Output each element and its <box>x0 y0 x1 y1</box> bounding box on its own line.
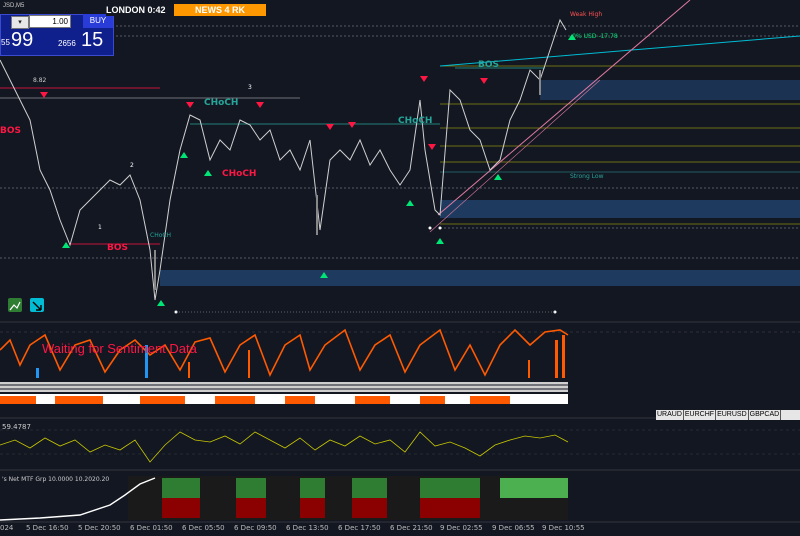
london-session-label: LONDON 0:42 <box>106 4 174 16</box>
x-axis-label: 6 Dec 13:50 <box>286 524 329 532</box>
choch-label-1: CHoCH <box>204 98 239 108</box>
ask-price-big: 15 <box>81 29 104 51</box>
mtf-indicator-label: 's Net MTF Grp 10.0000 10.2020.20 <box>2 476 110 483</box>
swing-number-1: 1 <box>98 224 102 231</box>
symbol-tab[interactable] <box>781 410 800 420</box>
news-label: NEWS 4 RK <box>174 4 266 16</box>
signal-band <box>0 382 568 404</box>
pct-usd-label: -0% USD -17.78 <box>570 33 618 40</box>
x-axis-label: 6 Dec 17:50 <box>338 524 381 532</box>
symbol-tab[interactable]: EURCHF <box>683 410 717 420</box>
oscillator-line <box>0 431 569 463</box>
lot-size-input[interactable]: 1.00 <box>29 15 71 28</box>
demand-zone-2 <box>440 200 800 218</box>
x-axis-label: 024 <box>0 524 14 532</box>
lot-dropdown-button[interactable]: ▾ <box>11 16 29 29</box>
chart-tool-icon[interactable] <box>8 298 22 312</box>
bid-price-small: 55 <box>1 38 10 47</box>
x-axis-label: 6 Dec 21:50 <box>390 524 433 532</box>
price-chart[interactable] <box>0 0 800 536</box>
demand-zone <box>160 270 800 286</box>
supply-zone <box>540 80 800 100</box>
bos-label-lower: BOS <box>107 243 128 253</box>
x-axis-label: 6 Dec 01:50 <box>130 524 173 532</box>
bid-price-big: 99 <box>11 29 34 51</box>
bos-label-top: BOS <box>478 60 499 70</box>
symbol-tab[interactable]: EURUSD <box>716 410 749 420</box>
symbol-tab[interactable]: GBPCAD <box>748 410 782 420</box>
symbol-fragment: JSD,M5 <box>3 3 25 9</box>
swing-number-3: 3 <box>248 84 252 91</box>
x-axis-label: 5 Dec 16:50 <box>26 524 69 532</box>
buy-button[interactable]: BUY <box>83 14 113 28</box>
level-value-label: 8.82 <box>33 77 47 84</box>
strong-low-label: Strong Low <box>570 173 604 180</box>
trendline-pink <box>437 0 691 216</box>
choch-label-2: CHoCH <box>398 116 433 126</box>
x-axis-label: 5 Dec 20:50 <box>78 524 121 532</box>
x-axis-label: 6 Dec 05:50 <box>182 524 225 532</box>
choch-label-left-low: CHoCH <box>150 232 172 239</box>
sentiment-status-message: Waiting for Sentiment Data <box>42 341 197 356</box>
draw-tool-icon[interactable] <box>30 298 44 312</box>
one-click-trade-panel[interactable]: JSD,M5 ▾ 1.00 BUY 55 99 2656 15 <box>0 3 114 56</box>
x-axis-label: 6 Dec 09:50 <box>234 524 277 532</box>
symbol-tab[interactable]: URAUD <box>656 410 684 420</box>
oscillator-value-label: 59.4787 <box>2 423 31 431</box>
swing-number-2: 2 <box>130 162 134 169</box>
x-axis-label: 9 Dec 10:55 <box>542 524 585 532</box>
symbol-tabs[interactable]: URAUD EURCHF EURUSD GBPCAD <box>656 410 800 420</box>
x-axis-label: 9 Dec 06:55 <box>492 524 535 532</box>
x-axis-label: 9 Dec 02:55 <box>440 524 483 532</box>
ask-price-small: 2656 <box>58 39 76 48</box>
weak-high-label: Weak High <box>570 11 603 18</box>
choch-label-red: CHoCH <box>222 169 257 179</box>
bos-label-left: BOS <box>0 126 21 136</box>
level-lines <box>0 25 800 259</box>
